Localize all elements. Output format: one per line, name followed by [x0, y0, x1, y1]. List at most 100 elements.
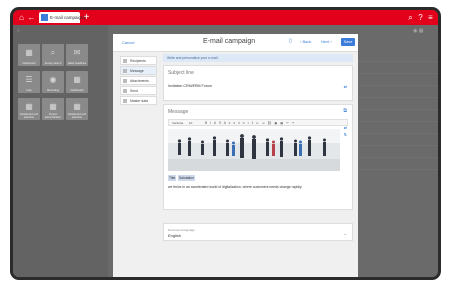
step-attachments[interactable]: Attachments [120, 76, 157, 85]
step-recipients[interactable]: Recipients [120, 56, 157, 65]
step-icon [123, 69, 127, 73]
step-icon [123, 59, 127, 63]
app-tile[interactable]: ▦ Project administration [42, 98, 64, 120]
dialog-content: Write and personalize your e-mail. Subje… [163, 54, 353, 244]
subject-card: Subject line Invitation CRM/ERM Forum ⇄ [163, 65, 353, 101]
message-body[interactable]: we thrive in an accelerated world of dig… [164, 182, 352, 189]
language-card: Document language English ⌄ [163, 223, 353, 241]
list-item [358, 50, 438, 62]
back-arrow-icon[interactable]: ← [27, 13, 36, 22]
save-button[interactable]: Save [341, 38, 355, 46]
menu-icon[interactable]: ≡ [426, 13, 435, 22]
dashboard-icon: ▦ [73, 102, 81, 111]
step-label: Recipients [130, 59, 146, 63]
people-walking-image [168, 129, 340, 171]
info-banner: Write and personalize your e-mail. [163, 54, 353, 62]
list-item [358, 98, 438, 110]
record-icon: ◉ [49, 75, 57, 84]
placeholder-tags: Title Salutation [168, 175, 348, 182]
attach-icon[interactable]: ⇅ [344, 132, 347, 137]
step-icon [123, 79, 127, 83]
app-tile-label: Dashboard and selection [68, 113, 86, 119]
back-button[interactable]: ‹ Back [300, 39, 311, 44]
top-bar: ⌂ ← E-mail campaigns + ⌕ ? ≡ [13, 10, 438, 25]
step-navigation: Recipients Message Attachments Send Master d… [120, 56, 157, 106]
app-tile-label: Dashboard [22, 62, 36, 65]
app-tile[interactable]: ✉ Sales headlines [66, 44, 88, 66]
list-icon: ☰ [25, 75, 33, 84]
app-tile-label: Dashboard [70, 89, 84, 92]
campaign-icon [41, 14, 48, 21]
salutation-tag[interactable]: Salutation [178, 175, 196, 181]
dialog-header: Cancel E-mail campaign ▯ ‹ Back Next › S… [113, 34, 358, 52]
language-label: Document language [168, 228, 195, 232]
grid-icon: ▦ [418, 28, 424, 34]
back-label: Back [302, 39, 312, 44]
chevron-down-icon[interactable]: ⌄ [344, 231, 347, 236]
help-icon[interactable]: ? [416, 13, 425, 22]
list-item [358, 110, 438, 122]
app-tile[interactable]: ▦ Dashboard [66, 71, 88, 93]
tab-label: E-mail campaigns [50, 15, 86, 20]
personalize-icon[interactable]: ⇄ [344, 125, 347, 130]
header-photo[interactable] [168, 129, 340, 171]
home-icon[interactable]: ⌂ [17, 13, 26, 22]
search-icon: ⌕ [50, 48, 56, 57]
list-item [358, 122, 438, 134]
step-master-data[interactable]: Master data [120, 96, 157, 105]
view-icons: ◉ ▦ [413, 28, 424, 34]
title-tag[interactable]: Title [168, 175, 177, 181]
app-tile-label: Lists [26, 89, 32, 92]
app-tile[interactable]: ◉ Recording [42, 71, 64, 93]
app-tile[interactable]: ▦ Dashboard [18, 44, 40, 66]
search-icon[interactable]: ⌕ [406, 13, 415, 22]
list-item [358, 62, 438, 74]
app-screen: ⌂ ← E-mail campaigns + ⌕ ? ≡ ⌕ ▦ Dashboar… [13, 10, 438, 277]
message-card: Message ⧉ Verdana 10 B I U S A ≡ ≡ ≡ ≡ •… [163, 104, 353, 210]
language-select[interactable]: English [164, 232, 352, 243]
dashboard-icon: ▦ [73, 75, 81, 84]
list-item [358, 86, 438, 98]
app-tile[interactable]: ▦ Dashboard and selection [18, 98, 40, 120]
dashboard-icon: ▦ [25, 48, 33, 57]
next-button[interactable]: Next › [321, 39, 332, 44]
step-send[interactable]: Send [120, 86, 157, 95]
step-label: Attachments [130, 79, 149, 83]
step-label: Master data [130, 99, 148, 103]
app-tile-label: Survey search [44, 62, 62, 65]
expand-icon[interactable]: ⧉ [343, 108, 347, 114]
message-title: Message [168, 109, 189, 115]
tab-email-campaigns[interactable]: E-mail campaigns [39, 12, 86, 23]
step-label: Send [130, 89, 138, 93]
list-item [358, 146, 438, 158]
editor-toolbar: Verdana 10 B I U S A ≡ ≡ ≡ ≡ • 1 ⇤ ⇥ ⛓ ▣… [168, 119, 348, 126]
dashboard-icon: ▦ [25, 102, 33, 111]
app-tile[interactable]: ☰ Lists [18, 71, 40, 93]
step-icon [123, 89, 127, 93]
cancel-button[interactable]: Cancel [122, 40, 134, 45]
app-tile-label: Recording [47, 89, 59, 92]
list-item [358, 74, 438, 86]
font-select[interactable]: Verdana [172, 121, 183, 125]
eye-icon: ◉ [413, 28, 418, 34]
step-message[interactable]: Message [120, 66, 157, 75]
trash-icon[interactable]: ▯ [289, 38, 292, 44]
subject-title: Subject line [168, 70, 194, 76]
app-tile-label: Project administration [44, 113, 62, 119]
font-size-select[interactable]: 10 [189, 121, 192, 125]
add-tab-icon[interactable]: + [82, 13, 91, 23]
list-item [358, 134, 438, 146]
email-campaign-dialog: Cancel E-mail campaign ▯ ‹ Back Next › S… [113, 34, 358, 277]
app-tile-label: Dashboard and selection [20, 113, 38, 119]
subject-input[interactable]: Invitation CRM/ERM Forum [164, 76, 352, 92]
megaphone-icon: ✉ [73, 48, 81, 57]
formatting-icons[interactable]: B I U S A ≡ ≡ ≡ ≡ • 1 ⇤ ⇥ ⛓ ▣ ▦ ↶ ↷ [205, 121, 295, 125]
step-icon [123, 99, 127, 103]
project-icon: ▦ [49, 102, 57, 111]
personalize-icon[interactable]: ⇄ [344, 84, 347, 89]
search-icon: ⌕ [17, 28, 20, 34]
app-tile-label: Sales headlines [67, 62, 87, 65]
app-tile[interactable]: ⌕ Survey search [42, 44, 64, 66]
app-tile[interactable]: ▦ Dashboard and selection [66, 98, 88, 120]
